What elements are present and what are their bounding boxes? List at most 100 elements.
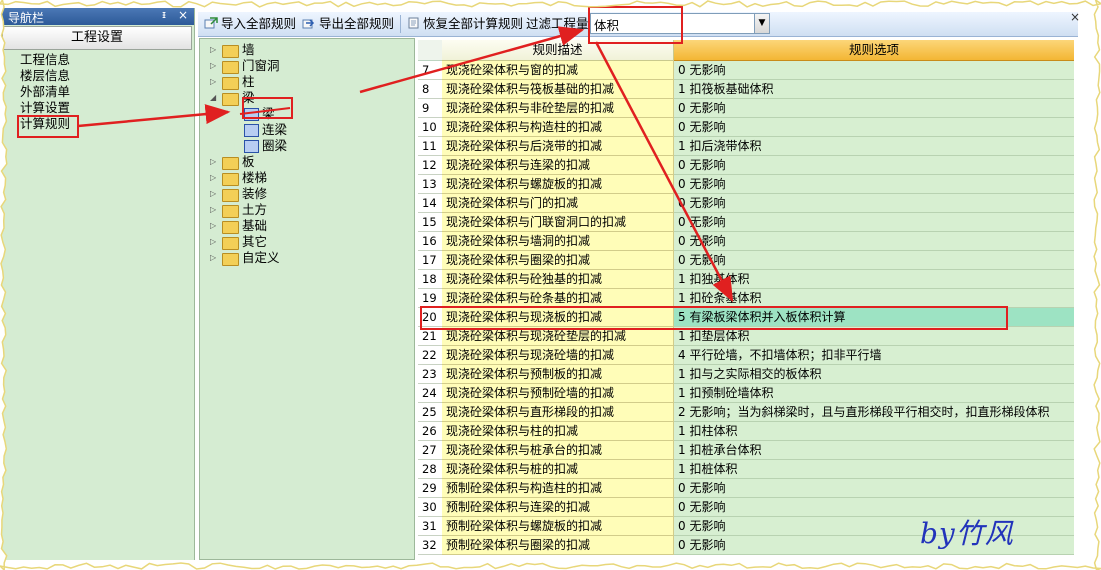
rule-option-cell[interactable]: 1 扣桩承台体积	[674, 441, 1074, 460]
tree-subnode-label: 连梁	[262, 122, 288, 137]
folder-icon	[222, 189, 239, 202]
rule-option-cell[interactable]: 1 扣筏板基础体积	[674, 80, 1074, 99]
rule-option-cell[interactable]: 1 扣后浇带体积	[674, 137, 1074, 156]
table-row[interactable]: 13 现浇砼梁体积与螺旋板的扣减 0 无影响	[418, 175, 1074, 194]
table-row[interactable]: 11 现浇砼梁体积与后浇带的扣减 1 扣后浇带体积	[418, 137, 1074, 156]
table-row[interactable]: 18 现浇砼梁体积与砼独基的扣减 1 扣独基体积	[418, 270, 1074, 289]
expand-icon[interactable]: ▷	[210, 218, 220, 234]
expand-icon[interactable]: ▷	[210, 202, 220, 218]
tree-node-label: 自定义	[242, 250, 280, 265]
nav-item-calc-settings[interactable]: 计算设置	[20, 100, 70, 116]
rules-table: 规则描述 规则选项 7 现浇砼梁体积与窗的扣减 0 无影响 8 现浇砼梁体积与筏板基础的…	[418, 40, 1074, 560]
table-row[interactable]: 12 现浇砼梁体积与连梁的扣减 0 无影响	[418, 156, 1074, 175]
tree-subnode-label: 圈梁	[262, 138, 288, 153]
rule-option-cell[interactable]: 0 无影响	[674, 61, 1074, 80]
nav-section-header[interactable]: 工程设置	[2, 26, 192, 50]
row-number: 26	[418, 422, 445, 441]
annotation-box-calc-rules	[17, 115, 79, 138]
rule-option-cell[interactable]: 0 无影响	[674, 194, 1074, 213]
expand-icon[interactable]: ▷	[210, 154, 220, 170]
app-window: 导航栏 ᵻ × 工程设置 工程信息 楼层信息 外部清单 计算设置 计算规则 导入…	[0, 0, 1101, 570]
rule-option-cell[interactable]: 0 无影响	[674, 175, 1074, 194]
expand-icon[interactable]: ▷	[210, 58, 220, 74]
nav-item-floor-info[interactable]: 楼层信息	[20, 68, 70, 84]
pin-icon[interactable]: ᵻ	[162, 8, 166, 21]
signature-watermark: by竹风	[920, 517, 1014, 550]
row-number: 8	[418, 80, 445, 99]
expand-icon[interactable]: ▷	[210, 186, 220, 202]
table-row[interactable]: 14 现浇砼梁体积与门的扣减 0 无影响	[418, 194, 1074, 213]
table-row[interactable]: 29 预制砼梁体积与构造柱的扣减 0 无影响	[418, 479, 1074, 498]
rule-option-cell[interactable]: 0 无影响	[674, 99, 1074, 118]
rule-option-cell[interactable]: 1 扣桩体积	[674, 460, 1074, 479]
nav-item-external-list[interactable]: 外部清单	[20, 84, 70, 100]
tree-node-label: 楼梯	[242, 170, 268, 185]
rule-option-cell[interactable]: 0 无影响	[674, 517, 1074, 536]
restore-rules-button[interactable]: 恢复全部计算规则	[406, 14, 523, 34]
table-row[interactable]: 16 现浇砼梁体积与墙洞的扣减 0 无影响	[418, 232, 1074, 251]
table-row[interactable]: 8 现浇砼梁体积与筏板基础的扣减 1 扣筏板基础体积	[418, 80, 1074, 99]
table-row[interactable]: 26 现浇砼梁体积与柱的扣减 1 扣柱体积	[418, 422, 1074, 441]
export-rules-button[interactable]: 导出全部规则	[302, 14, 394, 34]
rule-description-cell: 现浇砼梁体积与窗的扣减	[442, 61, 674, 80]
rule-option-cell[interactable]: 0 无影响	[674, 213, 1074, 232]
rule-option-cell[interactable]: 0 无影响	[674, 156, 1074, 175]
row-number: 24	[418, 384, 445, 403]
rule-option-cell[interactable]: 1 扣独基体积	[674, 270, 1074, 289]
folder-icon	[222, 157, 239, 170]
component-tree: ▷ 墙 ▷ 门窗洞 ▷ 柱 ◢ 梁梁连梁 圈梁 ▷ 板 ▷ 楼梯 ▷ 装修 ▷ 土方 ▷ 基础 ▷ 其它 ▷ 自定义	[199, 38, 415, 560]
nav-item-project-info[interactable]: 工程信息	[20, 52, 70, 68]
table-row[interactable]: 7 现浇砼梁体积与窗的扣减 0 无影响	[418, 61, 1074, 80]
expand-icon[interactable]: ▷	[210, 170, 220, 186]
rule-option-cell[interactable]: 1 扣与之实际相交的板体积	[674, 365, 1074, 384]
row-number: 17	[418, 251, 445, 270]
rule-option-cell[interactable]: 2 无影响；当为斜梯梁时，且与直形梯段平行相交时，扣直形梯段体积	[674, 403, 1074, 422]
rule-description-cell: 预制砼梁体积与螺旋板的扣减	[442, 517, 674, 536]
row-number: 31	[418, 517, 445, 536]
row-number: 23	[418, 365, 445, 384]
rule-description-cell: 现浇砼梁体积与桩承台的扣减	[442, 441, 674, 460]
rule-option-cell[interactable]: 1 扣预制砼墙体积	[674, 384, 1074, 403]
expand-icon[interactable]: ◢	[210, 90, 220, 106]
toolbar-separator	[400, 15, 401, 33]
table-row[interactable]: 10 现浇砼梁体积与构造柱的扣减 0 无影响	[418, 118, 1074, 137]
import-rules-button[interactable]: 导入全部规则	[204, 14, 296, 34]
expand-icon[interactable]: ▷	[210, 250, 220, 266]
table-row[interactable]: 25 现浇砼梁体积与直形梯段的扣减 2 无影响；当为斜梯梁时，且与直形梯段平行相交时…	[418, 403, 1074, 422]
dropdown-arrow-icon[interactable]: ▼	[754, 14, 769, 33]
rule-option-cell[interactable]: 0 无影响	[674, 536, 1074, 555]
restore-icon	[406, 15, 420, 29]
rule-description-cell: 预制砼梁体积与连梁的扣减	[442, 498, 674, 517]
table-row[interactable]: 28 现浇砼梁体积与桩的扣减 1 扣桩体积	[418, 460, 1074, 479]
rule-option-cell[interactable]: 0 无影响	[674, 498, 1074, 517]
expand-icon[interactable]: ▷	[210, 234, 220, 250]
expand-icon[interactable]: ▷	[210, 42, 220, 58]
rule-option-cell[interactable]: 0 无影响	[674, 479, 1074, 498]
rule-option-cell[interactable]: 4 平行砼墙，不扣墙体积；扣非平行墙	[674, 346, 1074, 365]
annotation-box-beam	[242, 97, 293, 119]
tree-node-label: 板	[242, 154, 255, 169]
rule-description-cell: 现浇砼梁体积与预制板的扣减	[442, 365, 674, 384]
close-icon[interactable]: ×	[178, 8, 188, 22]
rule-description-cell: 现浇砼梁体积与非砼垫层的扣减	[442, 99, 674, 118]
rule-option-cell[interactable]: 0 无影响	[674, 232, 1074, 251]
table-row[interactable]: 9 现浇砼梁体积与非砼垫层的扣减 0 无影响	[418, 99, 1074, 118]
tree-node-label: 门窗洞	[242, 58, 280, 73]
table-row[interactable]: 27 现浇砼梁体积与桩承台的扣减 1 扣桩承台体积	[418, 441, 1074, 460]
rule-description-cell: 现浇砼梁体积与直形梯段的扣减	[442, 403, 674, 422]
window-close-icon[interactable]: ×	[1070, 10, 1080, 24]
header-rule-option: 规则选项	[674, 40, 1074, 61]
table-row[interactable]: 23 现浇砼梁体积与预制板的扣减 1 扣与之实际相交的板体积	[418, 365, 1074, 384]
table-row[interactable]: 15 现浇砼梁体积与门联窗洞口的扣减 0 无影响	[418, 213, 1074, 232]
row-number: 28	[418, 460, 445, 479]
table-row[interactable]: 24 现浇砼梁体积与预制砼墙的扣减 1 扣预制砼墙体积	[418, 384, 1074, 403]
tree-node-label: 其它	[242, 234, 268, 249]
table-row[interactable]: 22 现浇砼梁体积与现浇砼墙的扣减 4 平行砼墙，不扣墙体积；扣非平行墙	[418, 346, 1074, 365]
rule-option-cell[interactable]: 0 无影响	[674, 118, 1074, 137]
expand-icon[interactable]: ▷	[210, 74, 220, 90]
rule-option-cell[interactable]: 0 无影响	[674, 251, 1074, 270]
rule-option-cell[interactable]: 1 扣柱体积	[674, 422, 1074, 441]
table-row[interactable]: 17 现浇砼梁体积与圈梁的扣减 0 无影响	[418, 251, 1074, 270]
rule-description-cell: 预制砼梁体积与圈梁的扣减	[442, 536, 674, 555]
row-number: 15	[418, 213, 445, 232]
